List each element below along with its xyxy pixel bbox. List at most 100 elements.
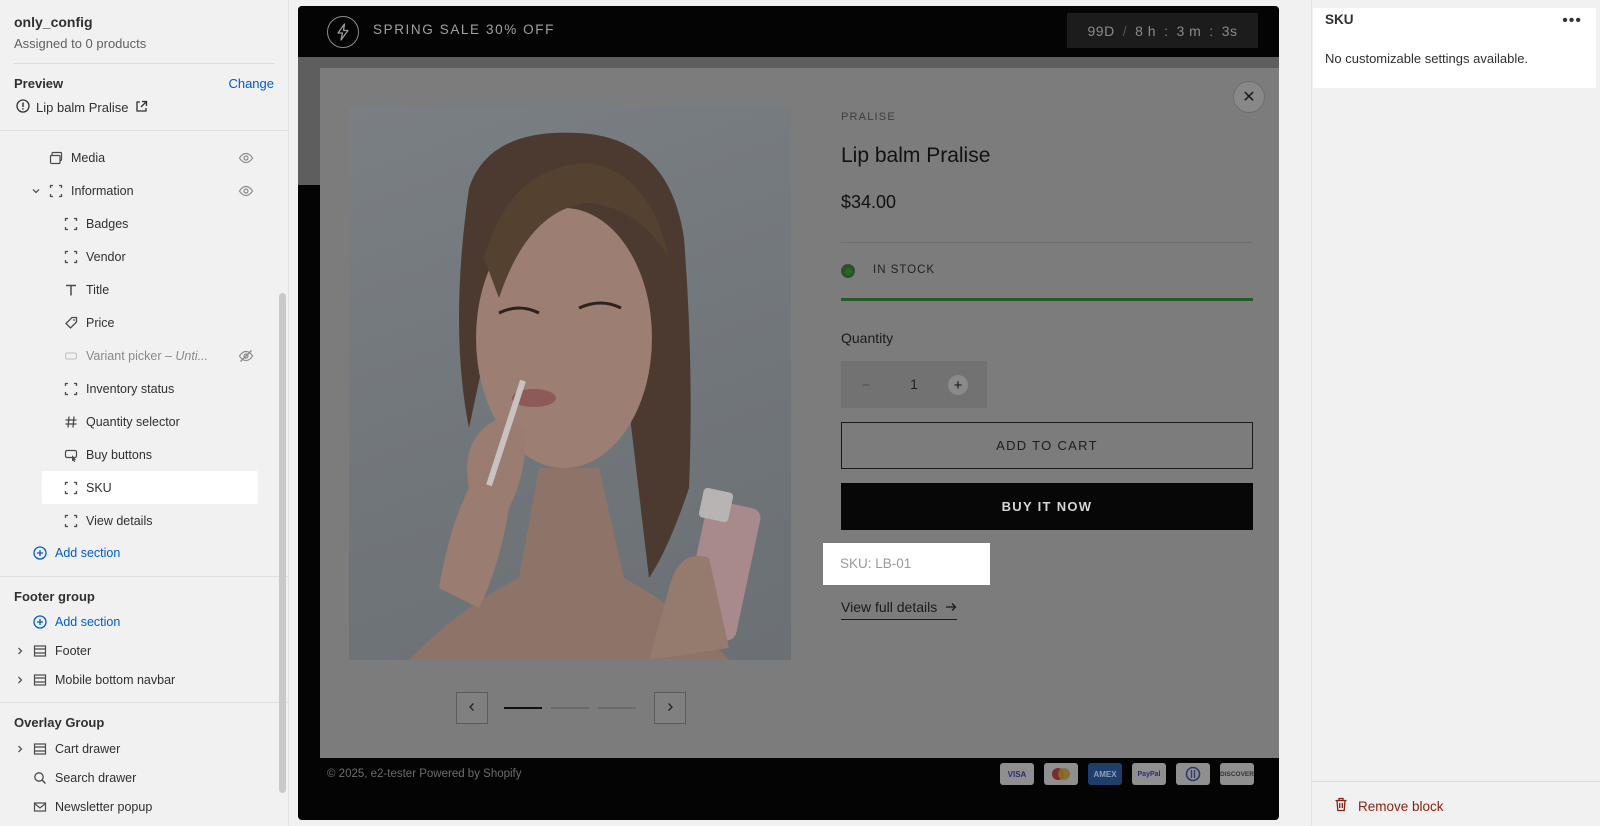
footer-add-section-button[interactable]: Add section xyxy=(0,608,288,636)
sku-block-highlight[interactable]: SKU: LB-01 xyxy=(823,543,990,585)
preview-row: Preview Change xyxy=(0,64,288,91)
text-icon xyxy=(63,282,79,298)
change-preview-link[interactable]: Change xyxy=(228,76,274,91)
sidebar-scrollbar[interactable] xyxy=(279,293,286,793)
trash-icon xyxy=(1334,797,1348,815)
tree-item-cart-drawer[interactable]: Cart drawer xyxy=(0,734,288,763)
countdown-seconds-value: 3 xyxy=(1221,22,1230,39)
tree-item-quantity-selector[interactable]: Quantity selector xyxy=(0,405,288,438)
tree-item-vendor[interactable]: Vendor xyxy=(0,240,288,273)
tree-item-label: Price xyxy=(86,315,115,330)
view-full-details-label: View full details xyxy=(841,599,938,615)
carousel-prev-button[interactable] xyxy=(456,692,488,724)
arrow-right-icon xyxy=(941,599,957,615)
tree-item-title[interactable]: Title xyxy=(0,273,288,306)
payment-icons: VISA AMEX PayPal DISCOVER xyxy=(1000,763,1254,785)
sku-text: SKU: LB-01 xyxy=(840,556,912,571)
chevron-down-icon[interactable] xyxy=(30,185,42,197)
carousel-dot-2[interactable] xyxy=(551,707,589,709)
settings-message: No customizable settings available. xyxy=(1325,51,1529,66)
product-image xyxy=(349,108,791,660)
eye-hidden-icon[interactable] xyxy=(238,348,254,364)
countdown-separator: : xyxy=(1209,22,1214,39)
product-price: $34.00 xyxy=(841,192,897,212)
external-link-icon[interactable] xyxy=(135,100,148,116)
image-carousel-controls xyxy=(456,692,686,724)
tree-item-media[interactable]: Media xyxy=(0,141,288,174)
stock-indicator-icon xyxy=(841,264,855,278)
paypal-icon: PayPal xyxy=(1132,763,1166,785)
tree-item-label: Newsletter popup xyxy=(55,799,153,814)
stock-status: IN STOCK xyxy=(873,264,936,276)
carousel-next-button[interactable] xyxy=(654,692,686,724)
countdown-seconds: 3s xyxy=(1222,23,1238,39)
tree-item-label: Vendor xyxy=(86,249,126,264)
eye-icon[interactable] xyxy=(238,150,254,166)
add-section-label: Add section xyxy=(55,545,121,560)
view-full-details-link[interactable]: View full details xyxy=(841,599,958,620)
variant-icon xyxy=(63,348,79,364)
tree-item-label: Media xyxy=(71,150,106,165)
search-icon xyxy=(32,770,48,786)
tree-item-inventory-status[interactable]: Inventory status xyxy=(0,372,288,405)
chevron-right-icon[interactable] xyxy=(14,674,26,686)
tree-item-label: Badges xyxy=(86,216,129,231)
preview-product-name: Lip balm Pralise xyxy=(36,100,129,115)
mastercard-icon xyxy=(1044,763,1078,785)
tree-item-variant-picker[interactable]: Variant picker – Unti... xyxy=(0,339,288,372)
countdown-timer: 99D / 8 h : 3 m : 3s xyxy=(1067,13,1258,48)
template-name: only_config xyxy=(14,14,93,30)
remove-block-label: Remove block xyxy=(1358,798,1444,814)
footer-group-title: Footer group xyxy=(14,589,95,604)
tree-item-footer[interactable]: Footer xyxy=(0,636,288,665)
product-title: Lip balm Pralise xyxy=(841,144,991,167)
add-section-button[interactable]: Add section xyxy=(0,537,288,568)
section-icon xyxy=(32,672,48,688)
tree-item-label: View details xyxy=(86,513,153,528)
tree-item-price[interactable]: Price xyxy=(0,306,288,339)
envelope-icon xyxy=(32,799,48,815)
footer-copyright: © 2025, e2-tester Powered by Shopify xyxy=(327,768,522,780)
woman-applying-lip-gloss-image xyxy=(409,132,761,660)
preview-label: Preview xyxy=(14,76,64,91)
remove-block-button[interactable]: Remove block xyxy=(1334,797,1444,815)
close-icon: ✕ xyxy=(1242,89,1256,106)
buy-it-now-button[interactable]: BUY IT NOW xyxy=(841,483,1253,530)
tree-item-label: Variant picker xyxy=(86,348,162,363)
chevron-right-icon[interactable] xyxy=(14,743,26,755)
countdown-minutes: 3 m xyxy=(1176,22,1202,39)
tree-item-label: Inventory status xyxy=(86,381,175,396)
tree-item-information[interactable]: Information xyxy=(0,174,288,207)
quantity-increase-button[interactable]: + xyxy=(948,375,968,395)
preview-product[interactable]: Lip balm Pralise xyxy=(0,91,288,116)
tree-item-mobile-navbar[interactable]: Mobile bottom navbar xyxy=(0,665,288,694)
quantity-label: Quantity xyxy=(841,330,894,346)
tree-item-badges[interactable]: Badges xyxy=(0,207,288,240)
chevron-right-icon[interactable] xyxy=(14,645,26,657)
tree-item-buy-buttons[interactable]: Buy buttons xyxy=(0,438,288,471)
block-icon xyxy=(63,513,79,529)
tree-item-search-drawer[interactable]: Search drawer xyxy=(0,763,288,792)
close-modal-button[interactable]: ✕ xyxy=(1233,81,1265,113)
block-icon xyxy=(63,249,79,265)
discover-icon: DISCOVER xyxy=(1220,763,1254,785)
overlay-group-title: Overlay Group xyxy=(14,715,105,730)
diners-icon xyxy=(1176,763,1210,785)
block-icon xyxy=(48,183,64,199)
quantity-stepper: − 1 + xyxy=(841,361,987,408)
tree-item-view-details[interactable]: View details xyxy=(0,504,288,537)
hash-icon xyxy=(63,414,79,430)
tree-item-label: Information xyxy=(71,183,134,198)
button-icon xyxy=(63,447,79,463)
carousel-dot-3[interactable] xyxy=(598,707,636,709)
add-to-cart-button[interactable]: ADD TO CART xyxy=(841,422,1253,469)
tree-item-label: Mobile bottom navbar xyxy=(55,672,176,687)
tree-item-sku[interactable]: SKU xyxy=(42,471,258,504)
carousel-dot-1[interactable] xyxy=(504,707,542,709)
template-assignment: Assigned to 0 products xyxy=(14,36,147,51)
eye-icon[interactable] xyxy=(238,183,254,199)
stock-progress-bar xyxy=(841,298,1253,301)
tree-item-newsletter-popup[interactable]: Newsletter popup xyxy=(0,792,288,821)
more-options-icon[interactable]: ••• xyxy=(1562,12,1582,30)
plus-circle-icon xyxy=(32,545,48,561)
